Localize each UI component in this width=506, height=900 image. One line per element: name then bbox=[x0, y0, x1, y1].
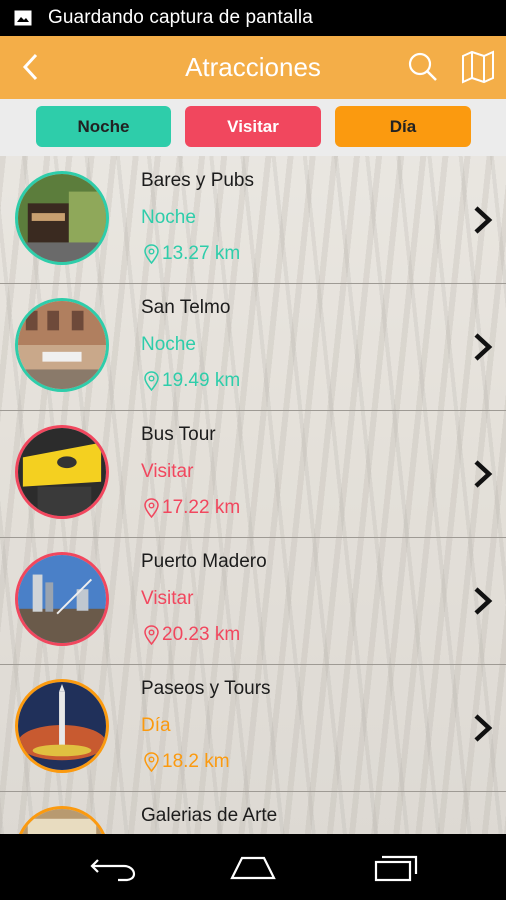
search-icon[interactable] bbox=[406, 50, 440, 84]
item-name: Bares y Pubs bbox=[141, 170, 254, 191]
distance-text: 18.2 km bbox=[162, 751, 230, 772]
item-category: Noche bbox=[141, 207, 196, 228]
map-icon[interactable] bbox=[460, 50, 496, 84]
status-text: Guardando captura de pantalla bbox=[48, 7, 313, 28]
chevron-right-icon[interactable] bbox=[470, 204, 496, 236]
app-bar: Atracciones bbox=[0, 36, 506, 99]
item-name: Puerto Madero bbox=[141, 551, 267, 572]
item-category: Visitar bbox=[141, 588, 194, 609]
filter-noche-button[interactable]: Noche bbox=[36, 106, 171, 147]
thumbnail bbox=[15, 679, 109, 773]
item-category: Noche bbox=[141, 334, 196, 355]
thumbnail bbox=[15, 298, 109, 392]
item-category: Día bbox=[141, 715, 171, 736]
location-pin-icon bbox=[144, 625, 159, 645]
distance-text: 17.22 km bbox=[162, 497, 241, 518]
item-name: San Telmo bbox=[141, 297, 231, 318]
thumbnail bbox=[15, 806, 109, 834]
chevron-right-icon[interactable] bbox=[470, 585, 496, 617]
distance-text: 13.27 km bbox=[162, 243, 241, 264]
item-distance: 18.2 km bbox=[143, 751, 230, 773]
attractions-list[interactable]: Bares y Pubs Noche 13.27 km San Telmo No… bbox=[0, 156, 506, 834]
item-category: Visitar bbox=[141, 461, 194, 482]
distance-text: 19.49 km bbox=[162, 370, 241, 391]
item-distance: 20.23 km bbox=[143, 624, 240, 646]
list-item[interactable]: Bus Tour Visitar 17.22 km bbox=[0, 410, 506, 538]
system-nav-bar bbox=[0, 834, 506, 900]
home-icon[interactable] bbox=[228, 852, 278, 882]
item-distance: 17.22 km bbox=[143, 497, 240, 519]
distance-text: 20.23 km bbox=[162, 624, 241, 645]
thumbnail bbox=[15, 552, 109, 646]
item-distance: 19.49 km bbox=[143, 370, 240, 392]
location-pin-icon bbox=[144, 752, 159, 772]
image-icon bbox=[14, 10, 32, 26]
chevron-right-icon[interactable] bbox=[470, 331, 496, 363]
chevron-right-icon[interactable] bbox=[470, 712, 496, 744]
item-distance: 13.27 km bbox=[143, 243, 240, 265]
list-item[interactable]: San Telmo Noche 19.49 km bbox=[0, 283, 506, 411]
list-item[interactable]: Bares y Pubs Noche 13.27 km bbox=[0, 156, 506, 284]
list-item[interactable]: Puerto Madero Visitar 20.23 km bbox=[0, 537, 506, 665]
item-name: Paseos y Tours bbox=[141, 678, 271, 699]
filter-visitar-button[interactable]: Visitar bbox=[185, 106, 321, 147]
item-name: Galerias de Arte bbox=[141, 805, 278, 826]
status-bar: Guardando captura de pantalla bbox=[0, 0, 506, 36]
chevron-right-icon[interactable] bbox=[470, 458, 496, 490]
item-name: Bus Tour bbox=[141, 424, 216, 445]
location-pin-icon bbox=[144, 371, 159, 391]
list-item[interactable]: Galerias de Arte bbox=[0, 791, 506, 834]
recents-icon[interactable] bbox=[372, 852, 422, 882]
filter-bar: Noche Visitar Día bbox=[0, 99, 506, 156]
location-pin-icon bbox=[144, 244, 159, 264]
thumbnail bbox=[15, 171, 109, 265]
location-pin-icon bbox=[144, 498, 159, 518]
thumbnail bbox=[15, 425, 109, 519]
list-item[interactable]: Paseos y Tours Día 18.2 km bbox=[0, 664, 506, 792]
filter-dia-button[interactable]: Día bbox=[335, 106, 471, 147]
back-icon[interactable] bbox=[88, 852, 138, 882]
